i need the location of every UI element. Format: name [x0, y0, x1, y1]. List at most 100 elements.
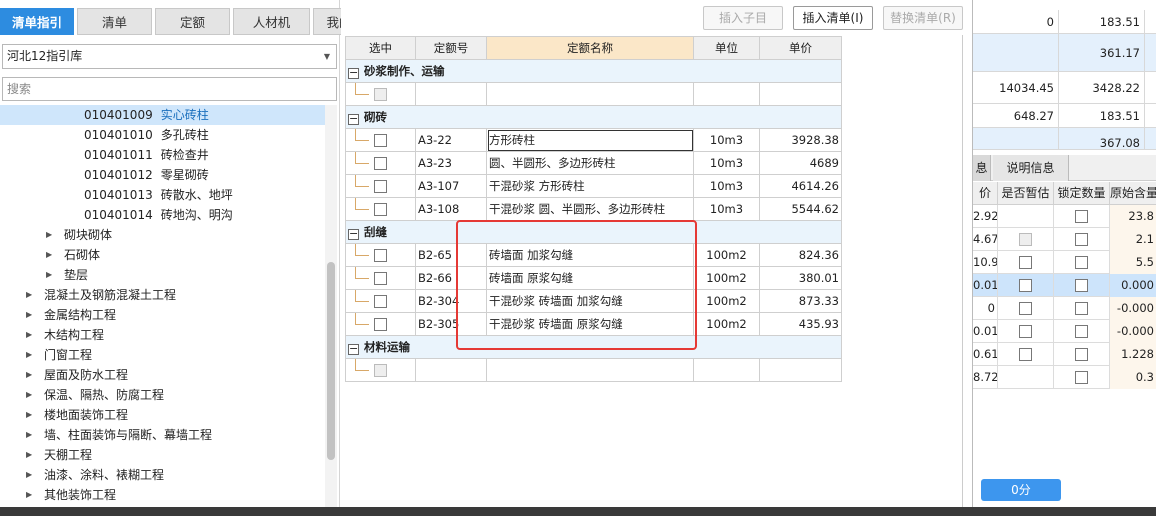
quota-row[interactable]: B2-65 砖墙面 加浆勾缝 100m2 824.36	[345, 243, 842, 267]
material-row[interactable]: 0.01 -0.000	[973, 320, 1156, 343]
tree-item[interactable]: 010401011 砖检查井	[0, 145, 325, 165]
summary-row[interactable]: 648.27 183.51	[973, 104, 1156, 128]
expand-triangle-icon[interactable]: ▶	[26, 345, 32, 365]
estimated-checkbox[interactable]	[1019, 302, 1032, 315]
collapse-icon[interactable]: −	[348, 67, 359, 79]
lock-qty-checkbox[interactable]	[1075, 256, 1088, 269]
quota-row[interactable]	[345, 82, 842, 106]
tree-item[interactable]: 010401013 砖散水、地坪	[0, 185, 325, 205]
tree-item[interactable]: ▶ 砌块砌体	[0, 225, 325, 245]
select-checkbox[interactable]	[374, 203, 387, 216]
estimated-checkbox[interactable]	[1019, 325, 1032, 338]
tree-item[interactable]: ▶ 木结构工程	[0, 325, 325, 345]
insert-list-button[interactable]: 插入清单(I)	[793, 6, 873, 30]
estimated-checkbox[interactable]	[1019, 256, 1032, 269]
select-checkbox[interactable]	[374, 272, 387, 285]
score-button[interactable]: 0分	[981, 479, 1061, 501]
tree-scrollbar-thumb[interactable]	[327, 262, 335, 460]
tree-item[interactable]: ▶ 屋面及防水工程	[0, 365, 325, 385]
material-row[interactable]: 0.01 0.000	[973, 274, 1156, 297]
expand-triangle-icon[interactable]: ▶	[46, 245, 52, 265]
tree-item[interactable]: ▶ 混凝土及钢筋混凝土工程	[0, 285, 325, 305]
tab-info[interactable]: 息	[973, 155, 991, 181]
search-input[interactable]	[2, 77, 337, 101]
lock-qty-checkbox[interactable]	[1075, 233, 1088, 246]
insert-child-button[interactable]: 插入子目	[703, 6, 783, 30]
expand-triangle-icon[interactable]: ▶	[26, 465, 32, 485]
select-checkbox[interactable]	[374, 295, 387, 308]
lock-qty-checkbox[interactable]	[1075, 371, 1088, 384]
lock-qty-checkbox[interactable]	[1075, 210, 1088, 223]
expand-triangle-icon[interactable]: ▶	[46, 225, 52, 245]
col-header-code[interactable]: 定额号	[415, 36, 487, 60]
lock-qty-checkbox[interactable]	[1075, 348, 1088, 361]
tree-item[interactable]: ▶ 垫层	[0, 265, 325, 285]
collapse-icon[interactable]: −	[348, 113, 359, 125]
expand-triangle-icon[interactable]: ▶	[26, 325, 32, 345]
select-checkbox[interactable]	[374, 134, 387, 147]
tab-description[interactable]: 说明信息	[993, 155, 1069, 181]
expand-triangle-icon[interactable]: ▶	[26, 405, 32, 425]
select-checkbox[interactable]	[374, 157, 387, 170]
tree-item[interactable]: ▶ 门窗工程	[0, 345, 325, 365]
quota-row[interactable]: A3-22 方形砖柱 10m3 3928.38	[345, 128, 842, 152]
tree-item[interactable]: ▶ 楼地面装饰工程	[0, 405, 325, 425]
quota-row[interactable]: A3-108 干混砂浆 圆、半圆形、多边形砖柱 10m3 5544.62	[345, 197, 842, 221]
expand-triangle-icon[interactable]: ▶	[26, 485, 32, 505]
tab-list-guide[interactable]: 清单指引	[0, 8, 74, 35]
col-header-price[interactable]: 单价	[759, 36, 842, 60]
quota-row[interactable]	[345, 358, 842, 382]
expand-triangle-icon[interactable]: ▶	[46, 265, 52, 285]
expand-triangle-icon[interactable]: ▶	[26, 425, 32, 445]
col-header-unit[interactable]: 单位	[693, 36, 760, 60]
collapse-icon[interactable]: −	[348, 343, 359, 355]
expand-triangle-icon[interactable]: ▶	[26, 305, 32, 325]
material-row[interactable]: 0 -0.000	[973, 297, 1156, 320]
expand-triangle-icon[interactable]: ▶	[26, 445, 32, 465]
select-checkbox[interactable]	[374, 318, 387, 331]
quota-row[interactable]: B2-305 干混砂浆 砖墙面 原浆勾缝 100m2 435.93	[345, 312, 842, 336]
col-header-original-content[interactable]: 原始含量	[1110, 182, 1156, 205]
estimated-checkbox[interactable]	[1019, 348, 1032, 361]
group-row[interactable]: − 刮缝	[345, 220, 842, 244]
tree-item[interactable]: ▶ 其他装饰工程	[0, 485, 325, 505]
tree-item[interactable]: ▶ 石砌体	[0, 245, 325, 265]
collapse-icon[interactable]: −	[348, 228, 359, 240]
group-row[interactable]: − 砌砖	[345, 105, 842, 129]
material-row[interactable]: 8.72 0.3	[973, 366, 1156, 389]
summary-row[interactable]: 361.17	[973, 34, 1156, 72]
expand-triangle-icon[interactable]: ▶	[26, 285, 32, 305]
tab-quota[interactable]: 定额	[155, 8, 230, 35]
summary-row[interactable]: 14034.45 3428.22	[973, 72, 1156, 104]
material-row[interactable]: 10.9 5.5	[973, 251, 1156, 274]
summary-row[interactable]: 0 183.51	[973, 10, 1156, 34]
expand-triangle-icon[interactable]: ▶	[26, 385, 32, 405]
select-checkbox[interactable]	[374, 249, 387, 262]
col-header-name[interactable]: 定额名称	[486, 36, 694, 60]
replace-list-button[interactable]: 替换清单(R)	[883, 6, 963, 30]
quota-row[interactable]: A3-23 圆、半圆形、多边形砖柱 10m3 4689	[345, 151, 842, 175]
summary-row[interactable]: 367.08	[973, 128, 1156, 150]
tree-item[interactable]: ▶ 油漆、涂料、裱糊工程	[0, 465, 325, 485]
tree-item[interactable]: ▶ 保温、隔热、防腐工程	[0, 385, 325, 405]
tree-item[interactable]: ▶ 金属结构工程	[0, 305, 325, 325]
material-row[interactable]: 0.61 1.228	[973, 343, 1156, 366]
tree-item[interactable]: 010401012 零星砌砖	[0, 165, 325, 185]
tree-item[interactable]: 010401010 多孔砖柱	[0, 125, 325, 145]
col-header-select[interactable]: 选中	[345, 36, 416, 60]
quota-row[interactable]: B2-66 砖墙面 原浆勾缝 100m2 380.01	[345, 266, 842, 290]
tab-list[interactable]: 清单	[77, 8, 152, 35]
lock-qty-checkbox[interactable]	[1075, 302, 1088, 315]
tab-labor-material-machine[interactable]: 人材机	[233, 8, 310, 35]
col-header-estimated[interactable]: 是否暂估	[998, 182, 1054, 205]
tree-item[interactable]: ▶ 墙、柱面装饰与隔断、幕墙工程	[0, 425, 325, 445]
tree-item[interactable]: ▶ 天棚工程	[0, 445, 325, 465]
col-header-lock-qty[interactable]: 锁定数量	[1054, 182, 1110, 205]
tree-item[interactable]: 010401014 砖地沟、明沟	[0, 205, 325, 225]
tree-item[interactable]: 010401009 实心砖柱	[0, 105, 325, 125]
lock-qty-checkbox[interactable]	[1075, 279, 1088, 292]
group-row[interactable]: − 材料运输	[345, 335, 842, 359]
select-checkbox[interactable]	[374, 180, 387, 193]
material-row[interactable]: 2.92 23.8	[973, 205, 1156, 228]
material-row[interactable]: 4.67 2.1	[973, 228, 1156, 251]
